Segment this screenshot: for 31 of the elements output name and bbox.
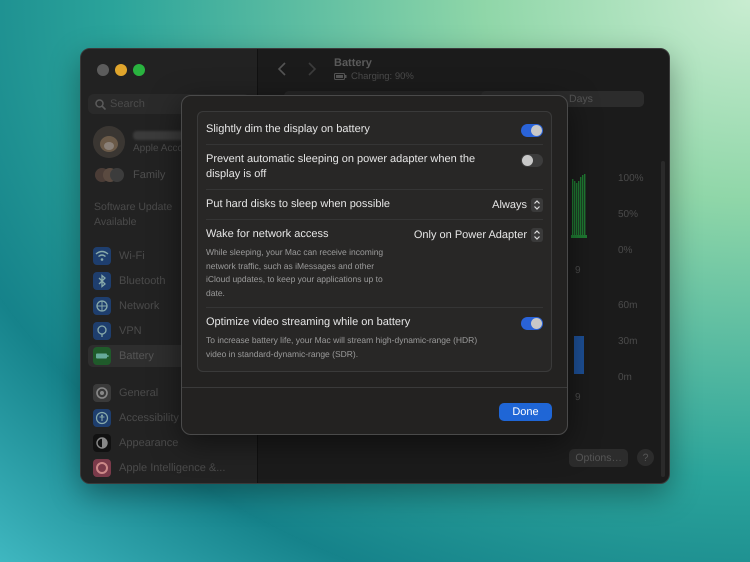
chevron-updown-icon — [531, 228, 543, 242]
accessibility-icon — [93, 409, 111, 427]
setting-label: Slightly dim the display on battery — [206, 122, 371, 137]
setting-label: Optimize video streaming while on battery — [206, 315, 412, 330]
wifi-icon — [93, 247, 111, 265]
toggle-switch[interactable] — [521, 154, 543, 167]
setting-label: Prevent automatic sleeping on power adapter when the display is off — [206, 152, 476, 182]
battery-icon — [93, 347, 111, 365]
setting-label: Wake for network access — [206, 227, 330, 242]
globe-icon — [93, 297, 111, 315]
toggle-switch[interactable] — [521, 124, 543, 137]
done-button[interactable]: Done — [499, 403, 552, 421]
setting-description: While sleeping, your Mac can receive incoming network traffic, such as iMessages and other iCloud updates, to keep your applications up to date. — [206, 246, 384, 300]
zoom-button[interactable] — [133, 64, 145, 76]
help-button[interactable]: ? — [637, 449, 654, 466]
gear-icon — [93, 384, 111, 402]
battery-icon — [334, 72, 347, 80]
back-button[interactable] — [277, 61, 287, 77]
minimize-button[interactable] — [115, 64, 127, 76]
setting-label: Put hard disks to sleep when possible — [206, 197, 392, 212]
toggle-switch[interactable] — [521, 317, 543, 330]
bluetooth-icon — [93, 272, 111, 290]
page-title: Battery — [334, 56, 373, 68]
appearance-icon — [93, 434, 111, 452]
popup-menu[interactable]: Always — [492, 198, 543, 212]
popup-menu[interactable]: Only on Power Adapter — [414, 228, 543, 242]
avatar[interactable] — [93, 126, 125, 158]
intelligence-icon — [93, 459, 111, 477]
chevron-updown-icon — [531, 198, 543, 212]
vpn-icon — [93, 322, 111, 340]
close-button[interactable] — [97, 64, 109, 76]
